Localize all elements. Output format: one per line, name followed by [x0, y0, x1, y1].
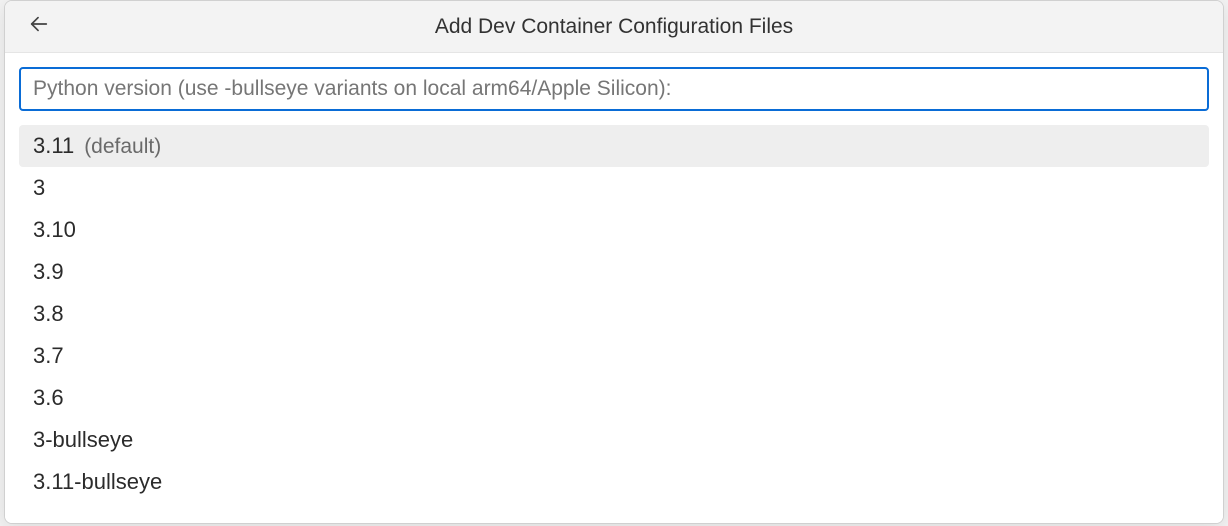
- item-description: (default): [84, 126, 161, 168]
- item-label: 3.8: [33, 293, 64, 335]
- quickpick-list: 3.11(default)33.103.93.83.73.63-bullseye…: [19, 125, 1209, 503]
- item-label: 3: [33, 167, 45, 209]
- arrow-left-icon: [28, 13, 50, 40]
- list-item[interactable]: 3: [19, 167, 1209, 209]
- item-label: 3.11: [33, 125, 74, 167]
- list-item[interactable]: 3.9: [19, 251, 1209, 293]
- item-label: 3.11-bullseye: [33, 461, 162, 503]
- item-label: 3.7: [33, 335, 64, 377]
- list-item[interactable]: 3.10: [19, 209, 1209, 251]
- quickpick-header: Add Dev Container Configuration Files: [5, 1, 1223, 53]
- item-label: 3-bullseye: [33, 419, 133, 461]
- item-label: 3.9: [33, 251, 64, 293]
- item-label: 3.10: [33, 209, 76, 251]
- back-button[interactable]: [25, 13, 53, 41]
- quickpick-body: 3.11(default)33.103.93.83.73.63-bullseye…: [5, 53, 1223, 523]
- item-label: 3.6: [33, 377, 64, 419]
- list-item[interactable]: 3-bullseye: [19, 419, 1209, 461]
- list-item[interactable]: 3.6: [19, 377, 1209, 419]
- quickpick-palette: Add Dev Container Configuration Files 3.…: [4, 0, 1224, 524]
- list-item[interactable]: 3.11-bullseye: [19, 461, 1209, 503]
- list-item[interactable]: 3.7: [19, 335, 1209, 377]
- quickpick-input[interactable]: [19, 67, 1209, 111]
- list-item[interactable]: 3.11(default): [19, 125, 1209, 167]
- list-item[interactable]: 3.8: [19, 293, 1209, 335]
- quickpick-title: Add Dev Container Configuration Files: [25, 15, 1203, 39]
